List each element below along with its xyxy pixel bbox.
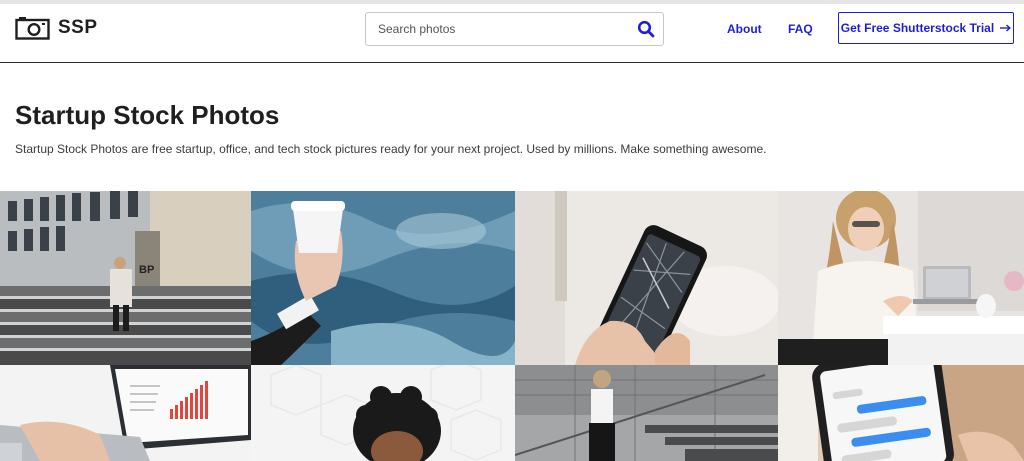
nav-faq-link[interactable]: FAQ xyxy=(788,22,813,36)
search-icon[interactable] xyxy=(637,20,655,38)
shutterstock-trial-button[interactable]: Get Free Shutterstock Trial xyxy=(838,12,1014,44)
photo-gallery: BP xyxy=(0,191,1024,461)
trial-button-label: Get Free Shutterstock Trial xyxy=(840,21,995,35)
nav-about-link[interactable]: About xyxy=(727,22,762,36)
photo-woman-stairs-outdoor[interactable] xyxy=(515,365,778,461)
page-description: Startup Stock Photos are free startup, o… xyxy=(15,142,767,156)
photo-woman-phone-desk[interactable] xyxy=(778,191,1024,365)
svg-text:BP: BP xyxy=(139,264,154,276)
photo-coffee-cup-water[interactable] xyxy=(251,191,515,365)
search-input[interactable] xyxy=(366,13,626,45)
search-box xyxy=(365,12,664,46)
logo-text: SSP xyxy=(58,17,98,38)
logo-link[interactable]: SSP xyxy=(15,16,98,40)
page-title: Startup Stock Photos xyxy=(15,100,280,130)
camera-icon xyxy=(15,16,50,40)
arrow-right-icon xyxy=(1000,21,1012,35)
photo-phone-messages[interactable] xyxy=(778,365,1024,461)
photo-laptop-chart[interactable] xyxy=(0,365,251,461)
photo-office-stairs[interactable]: BP xyxy=(0,191,251,365)
photo-curly-hair-person[interactable] xyxy=(251,365,515,461)
photo-phone-map[interactable] xyxy=(515,191,778,365)
site-header: SSP About FAQ Get Free Shutterstock Tria… xyxy=(0,4,1024,63)
